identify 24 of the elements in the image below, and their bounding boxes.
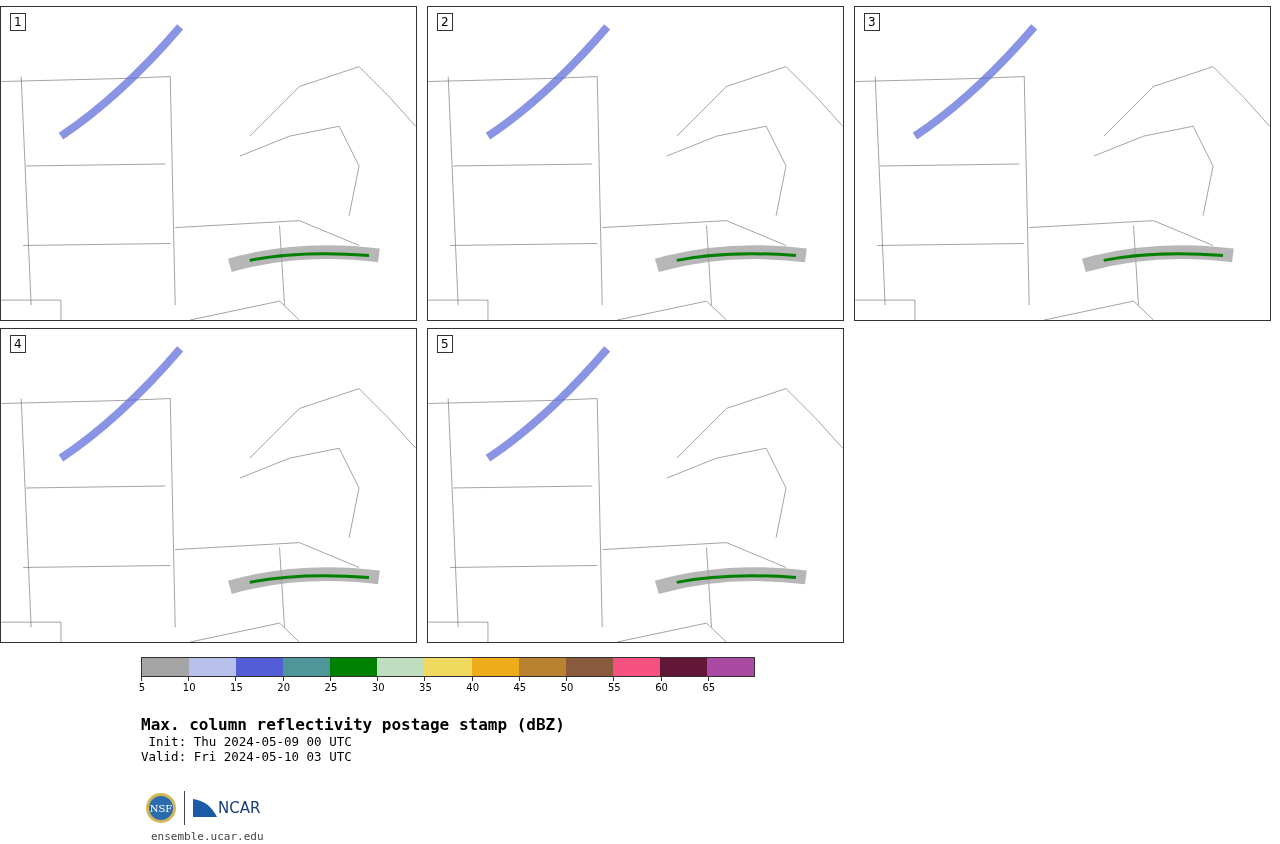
tick-label: 35 bbox=[419, 682, 432, 693]
tick-label: 30 bbox=[371, 682, 385, 693]
tick-label: 45 bbox=[513, 682, 527, 693]
site-url: ensemble.ucar.edu bbox=[151, 830, 265, 843]
panel-number: 4 bbox=[10, 335, 26, 353]
ncar-logo: NCAR bbox=[193, 799, 261, 817]
valid-time: Valid: Fri 2024-05-10 03 UTC bbox=[141, 749, 353, 764]
tick-label: 15 bbox=[230, 682, 243, 693]
tick-label: 25 bbox=[324, 682, 338, 693]
tick-label: 40 bbox=[466, 682, 479, 693]
chart-title: Max. column reflectivity postage stamp (dBZ) bbox=[141, 715, 566, 734]
tick-label: 65 bbox=[702, 682, 716, 693]
panel-number: 2 bbox=[437, 13, 453, 31]
tick-label: 55 bbox=[608, 682, 621, 693]
panel-number: 3 bbox=[864, 13, 880, 31]
tick-label: 5 bbox=[138, 682, 146, 693]
tick-label: 20 bbox=[277, 682, 291, 693]
panel-number: 1 bbox=[10, 13, 26, 31]
init-time: Init: Thu 2024-05-09 00 UTC bbox=[147, 734, 353, 749]
nsf-logo: NSF bbox=[146, 793, 176, 823]
tick-label: 50 bbox=[560, 682, 574, 693]
tick-label: 60 bbox=[655, 682, 668, 693]
tick-label: 10 bbox=[182, 682, 196, 693]
panel-number: 5 bbox=[437, 335, 453, 353]
